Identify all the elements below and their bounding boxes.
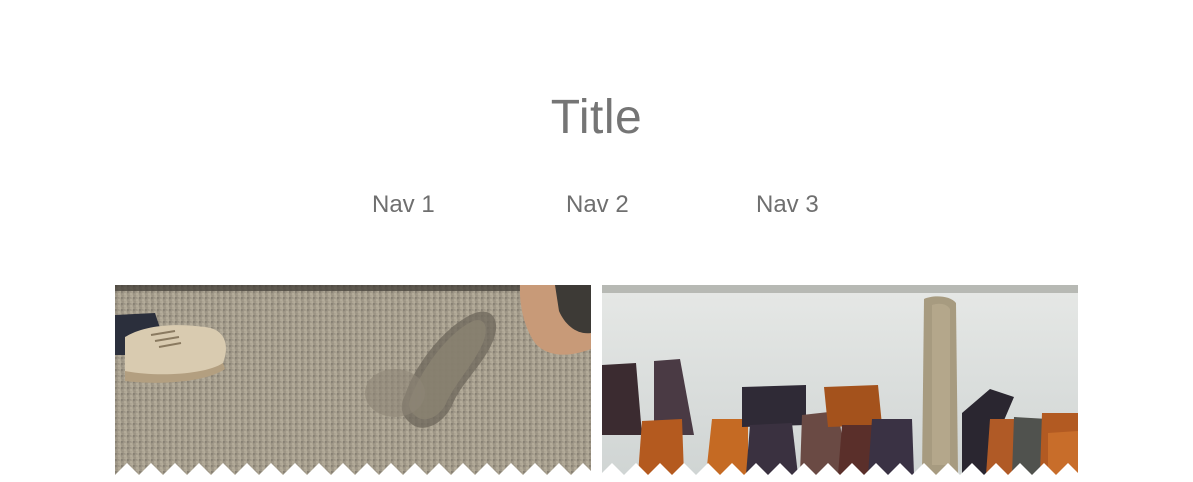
page-title: Title xyxy=(550,91,643,144)
sand-footprint-photo xyxy=(115,285,591,481)
boots-row-photo xyxy=(602,285,1078,481)
main-nav: Nav 1 Nav 2 Nav 3 xyxy=(0,190,1193,220)
nav-item-2[interactable]: Nav 2 xyxy=(566,190,629,220)
nav-item-3[interactable]: Nav 3 xyxy=(756,190,819,220)
nav-item-1[interactable]: Nav 1 xyxy=(372,190,435,220)
